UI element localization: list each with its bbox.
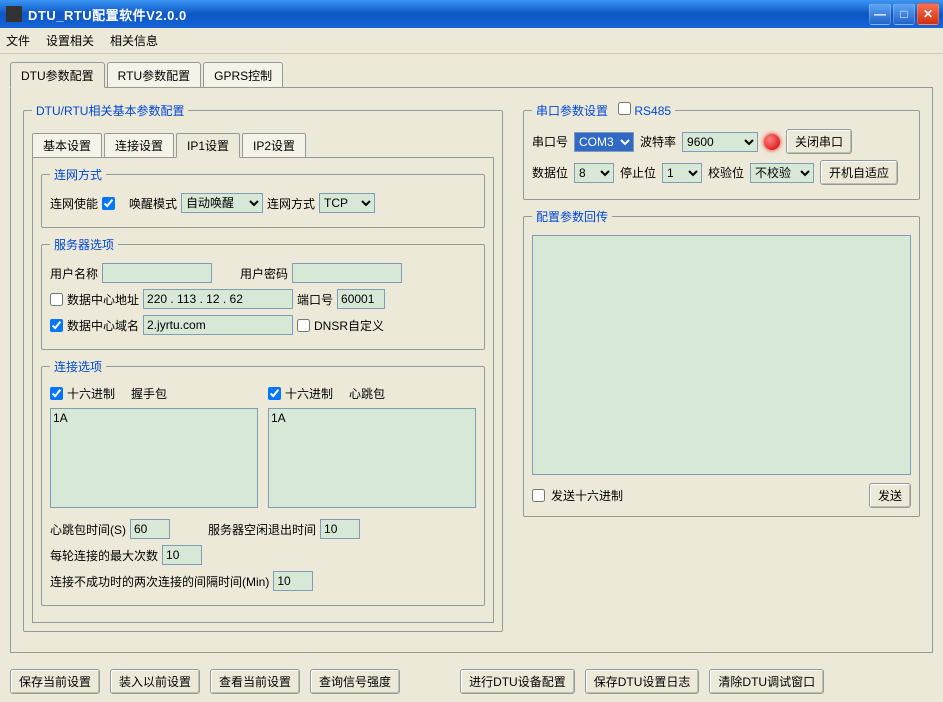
net-enable-checkbox[interactable] (102, 197, 115, 210)
minimize-button[interactable]: — (869, 3, 891, 25)
auto-adapt-button[interactable]: 开机自适应 (820, 160, 898, 185)
inner-tab-ip2[interactable]: IP2设置 (242, 133, 306, 157)
dnsr-checkbox[interactable] (297, 319, 310, 332)
close-button[interactable]: ✕ (917, 3, 939, 25)
maximize-button[interactable]: □ (893, 3, 915, 25)
username-field[interactable] (102, 263, 212, 283)
tab-panel-dtu: DTU/RTU相关基本参数配置 基本设置 连接设置 IP1设置 IP2设置 连网… (10, 87, 933, 653)
center-domain-checkbox[interactable] (50, 319, 63, 332)
send-hex-label: 发送十六进制 (551, 487, 623, 504)
parity-select[interactable]: 不校验 (750, 163, 814, 183)
conn-options-legend: 连接选项 (50, 358, 106, 375)
retry-interval-label: 连接不成功时的两次连接的间隔时间(Min) (50, 573, 269, 590)
basic-params-group: DTU/RTU相关基本参数配置 基本设置 连接设置 IP1设置 IP2设置 连网… (23, 102, 503, 632)
serial-params-legend: 串口参数设置 RS485 (532, 102, 675, 119)
center-addr-checkbox[interactable] (50, 293, 63, 306)
server-options-group: 服务器选项 用户名称 用户密码 数据中心地址 (41, 236, 485, 350)
save-settings-button[interactable]: 保存当前设置 (10, 669, 100, 694)
callback-legend: 配置参数回传 (532, 208, 612, 225)
port-label: 端口号 (297, 291, 333, 308)
baud-select[interactable]: 9600 (682, 132, 758, 152)
bottom-button-bar: 保存当前设置 装入以前设置 查看当前设置 查询信号强度 进行DTU设备配置 保存… (10, 669, 933, 694)
baud-label: 波特率 (640, 133, 676, 150)
send-hex-checkbox[interactable] (532, 489, 545, 502)
serial-params-group: 串口参数设置 RS485 串口号 COM3 波特率 9600 (523, 102, 920, 200)
center-domain-label: 数据中心域名 (67, 317, 139, 334)
max-retry-label: 每轮连接的最大次数 (50, 547, 158, 564)
tab-dtu-params[interactable]: DTU参数配置 (10, 62, 105, 88)
callback-display[interactable] (532, 235, 911, 475)
net-enable-label: 连网使能 (50, 195, 98, 212)
com-port-select[interactable]: COM3 (574, 132, 634, 152)
wake-mode-select[interactable]: 自动唤醒 (181, 193, 263, 213)
view-settings-button[interactable]: 查看当前设置 (210, 669, 300, 694)
rs485-label: RS485 (634, 104, 671, 118)
serial-legend-text: 串口参数设置 (536, 104, 608, 118)
handshake-textarea[interactable]: 1A (50, 408, 258, 508)
hb-time-label: 心跳包时间(S) (50, 521, 126, 538)
inner-tab-ip1[interactable]: IP1设置 (176, 133, 240, 158)
menu-file[interactable]: 文件 (6, 32, 30, 49)
rs485-checkbox[interactable] (618, 102, 631, 115)
clear-debug-button[interactable]: 清除DTU调试窗口 (709, 669, 824, 694)
handshake-hex-checkbox[interactable] (50, 387, 63, 400)
menu-related[interactable]: 相关信息 (110, 32, 158, 49)
parity-label: 校验位 (708, 164, 744, 181)
load-settings-button[interactable]: 装入以前设置 (110, 669, 200, 694)
password-label: 用户密码 (240, 265, 288, 282)
save-log-button[interactable]: 保存DTU设置日志 (585, 669, 700, 694)
heartbeat-label: 心跳包 (349, 385, 385, 402)
network-mode-group: 连网方式 连网使能 唤醒模式 自动唤醒 连网方式 (41, 166, 485, 228)
handshake-label: 握手包 (131, 385, 167, 402)
hb-time-field[interactable] (130, 519, 170, 539)
center-addr-field[interactable] (143, 289, 293, 309)
net-method-select[interactable]: TCP (319, 193, 375, 213)
query-signal-button[interactable]: 查询信号强度 (310, 669, 400, 694)
dnsr-label: DNSR自定义 (314, 317, 384, 334)
databits-label: 数据位 (532, 164, 568, 181)
handshake-hex-label: 十六进制 (67, 385, 115, 402)
databits-select[interactable]: 8 (574, 163, 614, 183)
tab-rtu-params[interactable]: RTU参数配置 (107, 62, 201, 87)
menu-settings[interactable]: 设置相关 (46, 32, 94, 49)
com-port-label: 串口号 (532, 133, 568, 150)
stopbits-label: 停止位 (620, 164, 656, 181)
conn-options-group: 连接选项 十六进制 握手包 1A (41, 358, 485, 606)
close-serial-button[interactable]: 关闭串口 (786, 129, 852, 154)
heartbeat-textarea[interactable]: 1A (268, 408, 476, 508)
heartbeat-hex-checkbox[interactable] (268, 387, 281, 400)
app-icon (6, 6, 22, 22)
port-field[interactable] (337, 289, 385, 309)
config-dtu-button[interactable]: 进行DTU设备配置 (460, 669, 575, 694)
idle-time-label: 服务器空闲退出时间 (208, 521, 316, 538)
retry-interval-field[interactable] (273, 571, 313, 591)
center-addr-label: 数据中心地址 (67, 291, 139, 308)
callback-group: 配置参数回传 发送十六进制 发送 (523, 208, 920, 517)
idle-time-field[interactable] (320, 519, 360, 539)
username-label: 用户名称 (50, 265, 98, 282)
inner-tab-conn[interactable]: 连接设置 (104, 133, 174, 157)
center-domain-field[interactable] (143, 315, 293, 335)
tab-gprs[interactable]: GPRS控制 (203, 62, 283, 87)
wake-mode-label: 唤醒模式 (129, 195, 177, 212)
inner-panel-ip1: 连网方式 连网使能 唤醒模式 自动唤醒 连网方式 (32, 157, 494, 623)
send-button[interactable]: 发送 (869, 483, 911, 508)
menubar: 文件 设置相关 相关信息 (0, 28, 943, 54)
window-title: DTU_RTU配置软件V2.0.0 (28, 5, 869, 24)
password-field[interactable] (292, 263, 402, 283)
status-led-icon (764, 134, 780, 150)
max-retry-field[interactable] (162, 545, 202, 565)
heartbeat-hex-label: 十六进制 (285, 385, 333, 402)
server-options-legend: 服务器选项 (50, 236, 118, 253)
network-mode-legend: 连网方式 (50, 166, 106, 183)
titlebar: DTU_RTU配置软件V2.0.0 — □ ✕ (0, 0, 943, 28)
inner-tab-basic[interactable]: 基本设置 (32, 133, 102, 157)
net-method-label: 连网方式 (267, 195, 315, 212)
basic-params-legend: DTU/RTU相关基本参数配置 (32, 102, 188, 119)
stopbits-select[interactable]: 1 (662, 163, 702, 183)
